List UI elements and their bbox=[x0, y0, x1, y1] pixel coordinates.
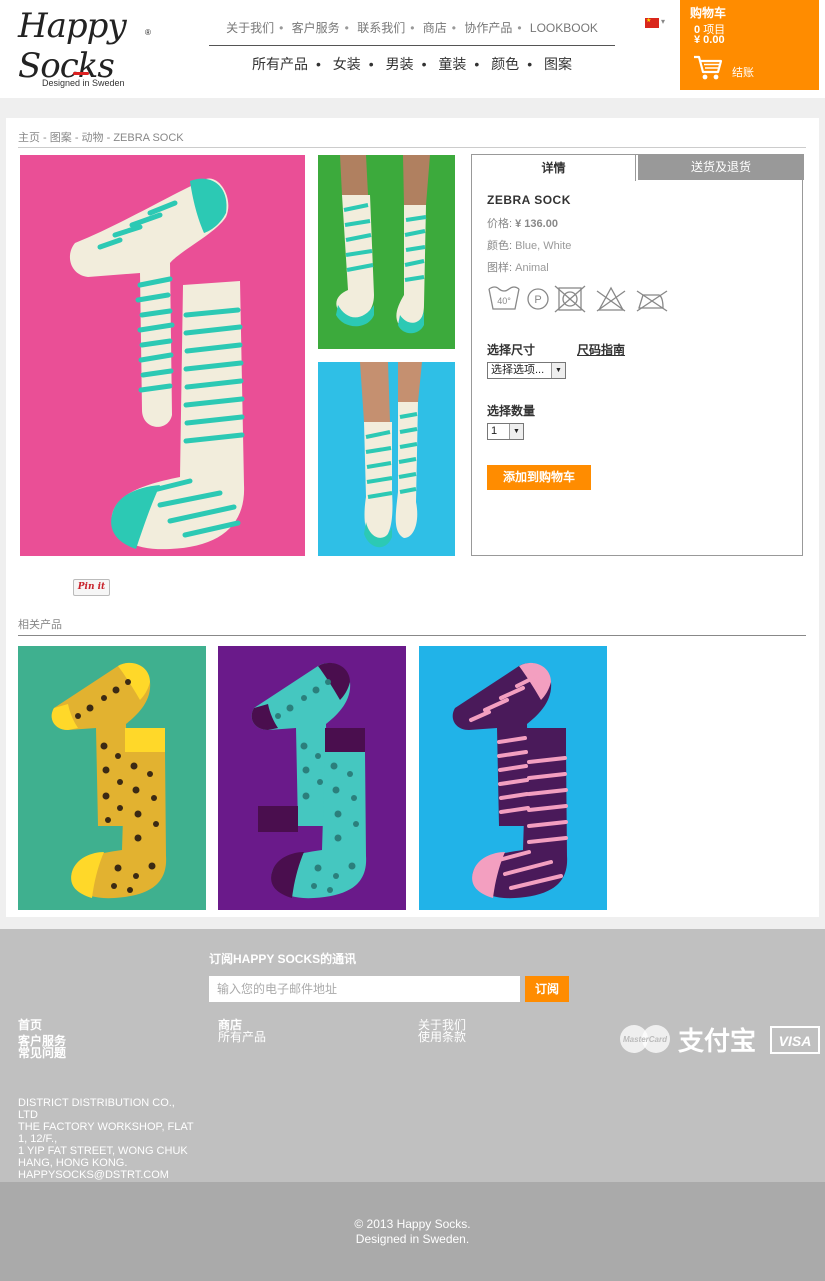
top-nav-contact[interactable]: 联系我们 bbox=[357, 18, 405, 38]
top-nav-collaborations[interactable]: 协作产品 bbox=[464, 18, 512, 38]
payment-logos: MasterCard 支付宝 VISA bbox=[620, 1025, 820, 1057]
breadcrumb[interactable]: 主页 - 图案 - 动物 - ZEBRA SOCK bbox=[18, 129, 806, 148]
mastercard-icon: MasterCard bbox=[620, 1025, 670, 1053]
main-nav-kids[interactable]: 童装 bbox=[438, 56, 466, 72]
add-to-cart-button[interactable]: 添加到购物车 bbox=[487, 465, 591, 490]
chevron-down-icon[interactable]: ▾ bbox=[661, 17, 665, 26]
copyright-line-2: Designed in Sweden. bbox=[355, 1232, 470, 1246]
footer-col-2: 商店 所有产品 bbox=[218, 1019, 266, 1043]
logo-red-dash bbox=[73, 72, 89, 75]
newsletter-title: 订阅HAPPY SOCKS的通讯 bbox=[209, 952, 357, 966]
top-nav-stores[interactable]: 商店 bbox=[423, 18, 447, 38]
alipay-icon: 支付宝 bbox=[678, 1026, 756, 1057]
related-product-leopard-yellow[interactable] bbox=[18, 646, 206, 910]
site-header: Happy Socks ® Designed in Sweden 关于我们 • 客… bbox=[0, 0, 825, 98]
legs-zebra-socks-green-image bbox=[336, 155, 430, 334]
subscribe-button[interactable]: 订阅 bbox=[525, 976, 569, 1002]
product-pattern: Animal bbox=[515, 262, 549, 274]
tab-shipping-returns[interactable]: 送货及退货 bbox=[638, 154, 804, 180]
footer-col-1: 首页 客户服务 常见问题 bbox=[18, 1019, 66, 1059]
product-details-panel: 详情 送货及退货 ZEBRA SOCK 价格: ¥ 136.00 颜色: Blu… bbox=[471, 154, 804, 556]
visa-icon: VISA bbox=[770, 1026, 820, 1054]
footer-link-home[interactable]: 首页 bbox=[18, 1019, 66, 1031]
quantity-label: 选择数量 bbox=[487, 404, 536, 418]
copyright-bar: © 2013 Happy Socks. Designed in Sweden. bbox=[0, 1182, 825, 1281]
logo-tagline: Designed in Sweden bbox=[42, 78, 125, 88]
product-card: 主页 - 图案 - 动物 - ZEBRA SOCK 详情 送货及退货 ZEBRA… bbox=[6, 118, 819, 917]
company-address: DISTRICT DISTRIBUTION CO., LTD THE FACTO… bbox=[18, 1097, 196, 1181]
china-flag-icon[interactable] bbox=[645, 17, 659, 28]
cart-title: 购物车 bbox=[690, 6, 727, 20]
cart-widget[interactable]: 购物车 0 项目 ¥ 0.00 结账 bbox=[680, 0, 819, 90]
shopping-cart-icon bbox=[694, 55, 723, 80]
svg-text:MasterCard: MasterCard bbox=[623, 1035, 668, 1044]
newsletter-email-input[interactable]: 输入您的电子邮件地址 bbox=[209, 976, 520, 1002]
related-product-zebra-pink[interactable] bbox=[419, 646, 607, 910]
product-main-image[interactable] bbox=[20, 155, 305, 556]
dry-clean-p-icon: P bbox=[527, 288, 549, 310]
no-tumble-dry-icon bbox=[554, 285, 586, 313]
wash-40-icon: 40° bbox=[488, 286, 520, 310]
size-label: 选择尺寸 bbox=[487, 343, 536, 357]
footer-link-faq[interactable]: 常见问题 bbox=[18, 1047, 66, 1059]
product-name: ZEBRA SOCK bbox=[487, 193, 571, 207]
footer-col-3: 关于我们 使用条款 bbox=[418, 1019, 466, 1043]
cart-total: ¥ 0.00 bbox=[694, 34, 725, 46]
chevron-down-icon: ▼ bbox=[551, 363, 565, 378]
size-guide-link[interactable]: 尺码指南 bbox=[577, 341, 625, 358]
tab-details[interactable]: 详情 bbox=[471, 154, 636, 181]
copyright-line-1: © 2013 Happy Socks. bbox=[354, 1217, 471, 1231]
happy-socks-logo[interactable]: Happy Socks ® Designed in Sweden bbox=[18, 6, 153, 90]
main-nav-colors[interactable]: 颜色 bbox=[491, 56, 519, 72]
zebra-sock-pair-image bbox=[69, 178, 245, 550]
top-nav-lookbook[interactable]: LOOKBOOK bbox=[530, 18, 598, 38]
product-image-green[interactable] bbox=[318, 155, 455, 349]
checkout-link[interactable]: 结账 bbox=[732, 64, 754, 80]
no-iron-icon bbox=[636, 290, 668, 312]
svg-text:P: P bbox=[534, 294, 541, 306]
main-nav-all-products[interactable]: 所有产品 bbox=[252, 56, 308, 72]
main-nav-men[interactable]: 男装 bbox=[386, 56, 414, 72]
svg-text:支付宝: 支付宝 bbox=[678, 1026, 756, 1057]
main-nav-patterns[interactable]: 图案 bbox=[544, 56, 572, 72]
quantity-select[interactable]: 1 ▼ bbox=[487, 423, 524, 440]
site-footer: 订阅HAPPY SOCKS的通讯 输入您的电子邮件地址 订阅 首页 客户服务 常… bbox=[0, 929, 825, 1182]
top-nav-customer-service[interactable]: 客户服务 bbox=[292, 18, 340, 38]
pinterest-pin-button[interactable]: Pin it bbox=[73, 579, 110, 596]
no-bleach-icon bbox=[596, 286, 626, 312]
legs-zebra-socks-blue-image bbox=[360, 362, 422, 548]
svg-text:VISA: VISA bbox=[779, 1033, 812, 1049]
product-color: Blue, White bbox=[515, 240, 572, 252]
product-color-row: 颜色: Blue, White bbox=[487, 240, 572, 252]
product-pattern-row: 图样: Animal bbox=[487, 262, 549, 274]
top-nav: 关于我们 • 客户服务 • 联系我们 • 商店 • 协作产品 • LOOKBOOK bbox=[209, 18, 615, 46]
product-price: ¥ 136.00 bbox=[515, 218, 558, 230]
main-nav: 所有产品 • 女装 • 男装 • 童装 • 颜色 • 图案 bbox=[252, 56, 572, 72]
product-image-blue[interactable] bbox=[318, 362, 455, 556]
footer-link-terms[interactable]: 使用条款 bbox=[418, 1031, 466, 1043]
related-product-leopard-turquoise[interactable] bbox=[218, 646, 406, 910]
chevron-down-icon: ▼ bbox=[509, 424, 523, 439]
product-price-row: 价格: ¥ 136.00 bbox=[487, 218, 558, 230]
care-instructions: 40° P bbox=[488, 285, 668, 313]
footer-link-all-products[interactable]: 所有产品 bbox=[218, 1031, 266, 1043]
size-select[interactable]: 选择选项... ▼ bbox=[487, 362, 566, 379]
related-products-title: 相关产品 bbox=[18, 616, 806, 636]
footer-email-link[interactable]: HAPPYSOCKS@DSTRT.COM bbox=[18, 1169, 196, 1181]
svg-text:40°: 40° bbox=[497, 296, 511, 306]
top-nav-about[interactable]: 关于我们 bbox=[226, 18, 274, 38]
main-nav-women[interactable]: 女装 bbox=[333, 56, 361, 72]
